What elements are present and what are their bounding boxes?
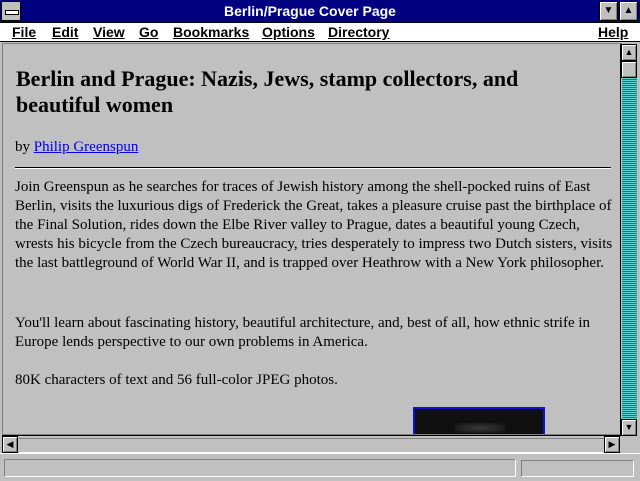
byline: by Philip Greenspun: [15, 139, 138, 156]
content-summary-paragraph: 80K characters of text and 56 full-color…: [15, 372, 338, 388]
window-title: Berlin/Prague Cover Page: [224, 3, 396, 19]
byline-prefix: by: [15, 139, 34, 155]
menu-file[interactable]: File: [12, 23, 36, 41]
photo-thumbnail[interactable]: [413, 407, 545, 434]
status-text: [4, 459, 516, 477]
intro-paragraph: Join Greenspun as he searches for traces…: [15, 179, 613, 271]
author-link[interactable]: Philip Greenspun: [34, 139, 139, 155]
document-frame: Berlin and Prague: Nazis, Jews, stamp co…: [2, 43, 622, 435]
down-arrow-icon: ▼: [624, 422, 634, 432]
document-view[interactable]: Berlin and Prague: Nazis, Jews, stamp co…: [3, 44, 621, 434]
menu-directory[interactable]: Directory: [328, 23, 389, 41]
vertical-scrollbar[interactable]: ▲ ▼: [620, 44, 637, 436]
system-menu-button[interactable]: [1, 1, 21, 21]
scroll-down-button[interactable]: ▼: [621, 419, 637, 436]
maximize-icon: ▲: [623, 5, 634, 16]
menu-help[interactable]: Help: [598, 23, 628, 41]
scroll-up-button[interactable]: ▲: [621, 44, 637, 61]
vertical-scroll-track[interactable]: [622, 78, 637, 424]
menu-options[interactable]: Options: [262, 23, 315, 41]
horizontal-scrollbar[interactable]: ◀ ▶: [2, 435, 622, 453]
menu-bookmarks[interactable]: Bookmarks: [173, 23, 249, 41]
scroll-right-button[interactable]: ▶: [604, 436, 620, 453]
horizontal-scroll-track[interactable]: [19, 438, 604, 453]
learn-paragraph: You'll learn about fascinating history, …: [15, 315, 591, 350]
scroll-left-button[interactable]: ◀: [2, 436, 18, 453]
maximize-button[interactable]: ▲: [619, 1, 638, 21]
browser-window: Berlin/Prague Cover Page ▼ ▲ File Edit V…: [0, 0, 640, 481]
minimize-icon: ▼: [603, 5, 614, 16]
title-bar[interactable]: Berlin/Prague Cover Page ▼ ▲: [0, 0, 640, 23]
menu-bar: File Edit View Go Bookmarks Options Dire…: [0, 23, 640, 42]
menu-go[interactable]: Go: [139, 23, 158, 41]
right-arrow-icon: ▶: [608, 439, 616, 449]
system-menu-icon: [5, 10, 19, 15]
horizontal-rule: [15, 167, 611, 169]
up-arrow-icon: ▲: [624, 47, 634, 57]
status-bar: [0, 453, 640, 481]
vertical-scroll-thumb[interactable]: [621, 61, 637, 78]
left-arrow-icon: ◀: [6, 439, 14, 449]
progress-indicator: [521, 460, 634, 477]
menu-view[interactable]: View: [93, 23, 125, 41]
page-heading: Berlin and Prague: Nazis, Jews, stamp co…: [16, 66, 519, 117]
minimize-button[interactable]: ▼: [599, 1, 618, 21]
menu-edit[interactable]: Edit: [52, 23, 78, 41]
